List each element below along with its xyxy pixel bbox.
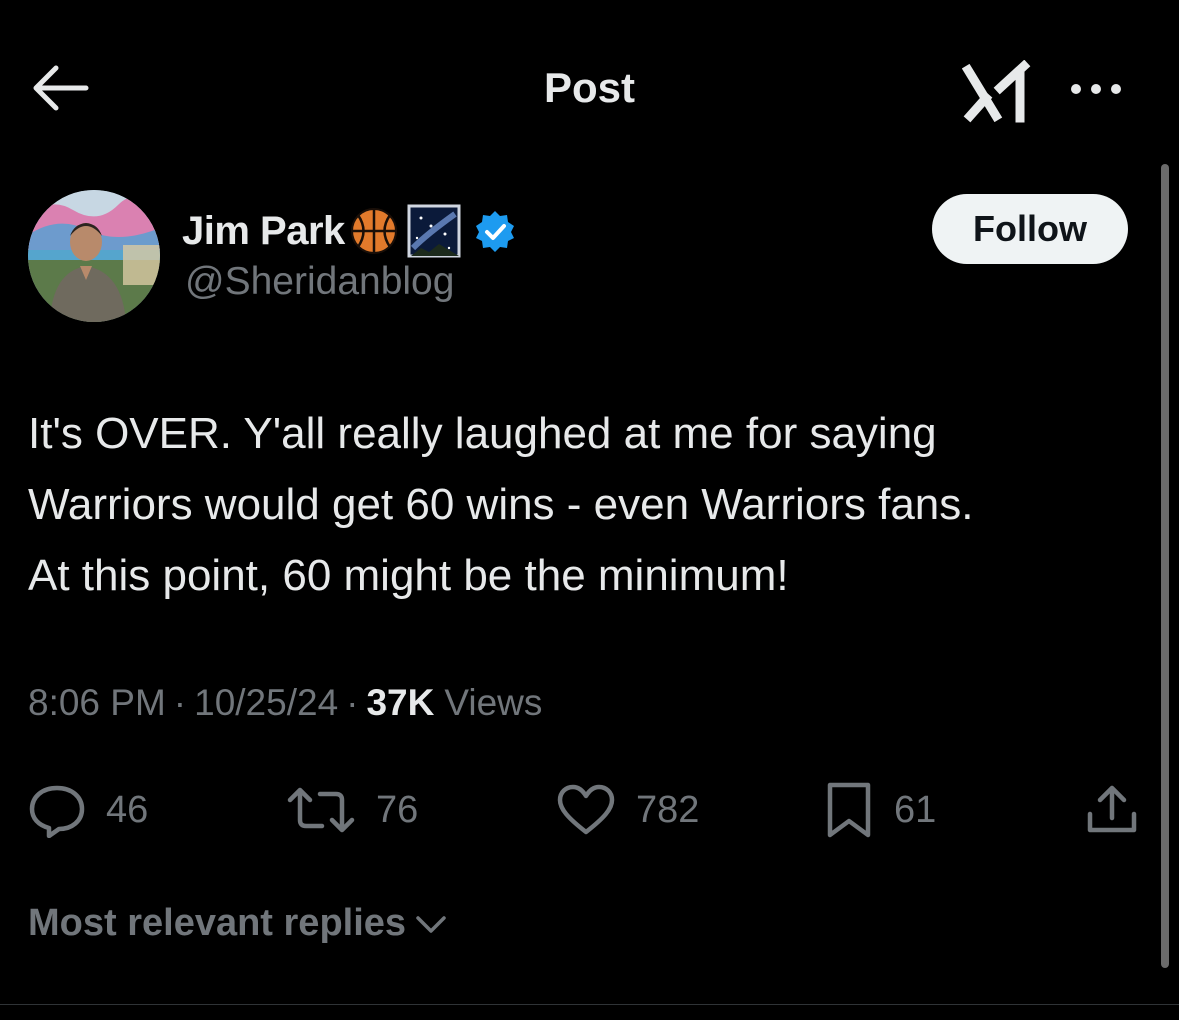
author-handle[interactable]: @Sheridanblog (185, 260, 454, 304)
share-icon (1087, 785, 1137, 833)
basketball-icon (349, 206, 399, 256)
post-text-line: It's OVER. Y'all really laughed at me fo… (28, 409, 937, 458)
divider (0, 1004, 1179, 1005)
separator: · (346, 682, 359, 723)
verified-badge-icon (473, 209, 517, 253)
share-button[interactable] (1084, 780, 1140, 840)
grok-logo-icon (961, 59, 1031, 123)
post-text-line: At this point, 60 might be the minimum! (28, 551, 789, 600)
post-text: It's OVER. Y'all really laughed at me fo… (28, 398, 1148, 611)
separator: · (173, 682, 187, 723)
post-meta: 8:06 PM · 10/25/24 · 37K Views (28, 682, 542, 724)
views-label: Views (444, 682, 543, 723)
repost-icon (287, 787, 355, 833)
scrollbar[interactable] (1161, 164, 1169, 968)
post-date[interactable]: 10/25/24 (194, 682, 338, 724)
reply-count: 46 (106, 788, 149, 831)
repost-count: 76 (376, 788, 419, 831)
milky-way-icon (407, 204, 461, 258)
author-name-row[interactable]: Jim Park (182, 200, 517, 262)
like-count: 782 (636, 788, 700, 831)
more-options-button[interactable] (1066, 74, 1126, 104)
like-button[interactable]: 782 (556, 780, 699, 840)
replies-sort-label: Most relevant replies (28, 902, 407, 944)
bookmark-icon (827, 782, 871, 838)
bookmark-button[interactable]: 61 (824, 780, 936, 840)
avatar-photo (28, 190, 160, 322)
repost-button[interactable]: 76 (286, 780, 418, 840)
views-count[interactable]: 37K (366, 682, 434, 724)
grok-button[interactable] (961, 59, 1034, 126)
reply-icon (29, 785, 85, 838)
follow-button[interactable]: Follow (932, 194, 1128, 264)
bookmark-count: 61 (894, 788, 937, 831)
replies-sort-dropdown[interactable]: Most relevant replies (28, 902, 448, 945)
author-name[interactable]: Jim Park (182, 209, 345, 254)
post-text-line: Warriors would get 60 wins - even Warrio… (28, 480, 974, 529)
heart-icon (557, 784, 615, 835)
reply-button[interactable]: 46 (28, 780, 148, 840)
chevron-down-icon (416, 915, 446, 933)
more-horizontal-icon (1071, 84, 1121, 94)
post-time[interactable]: 8:06 PM (28, 682, 166, 724)
avatar[interactable] (28, 190, 160, 322)
